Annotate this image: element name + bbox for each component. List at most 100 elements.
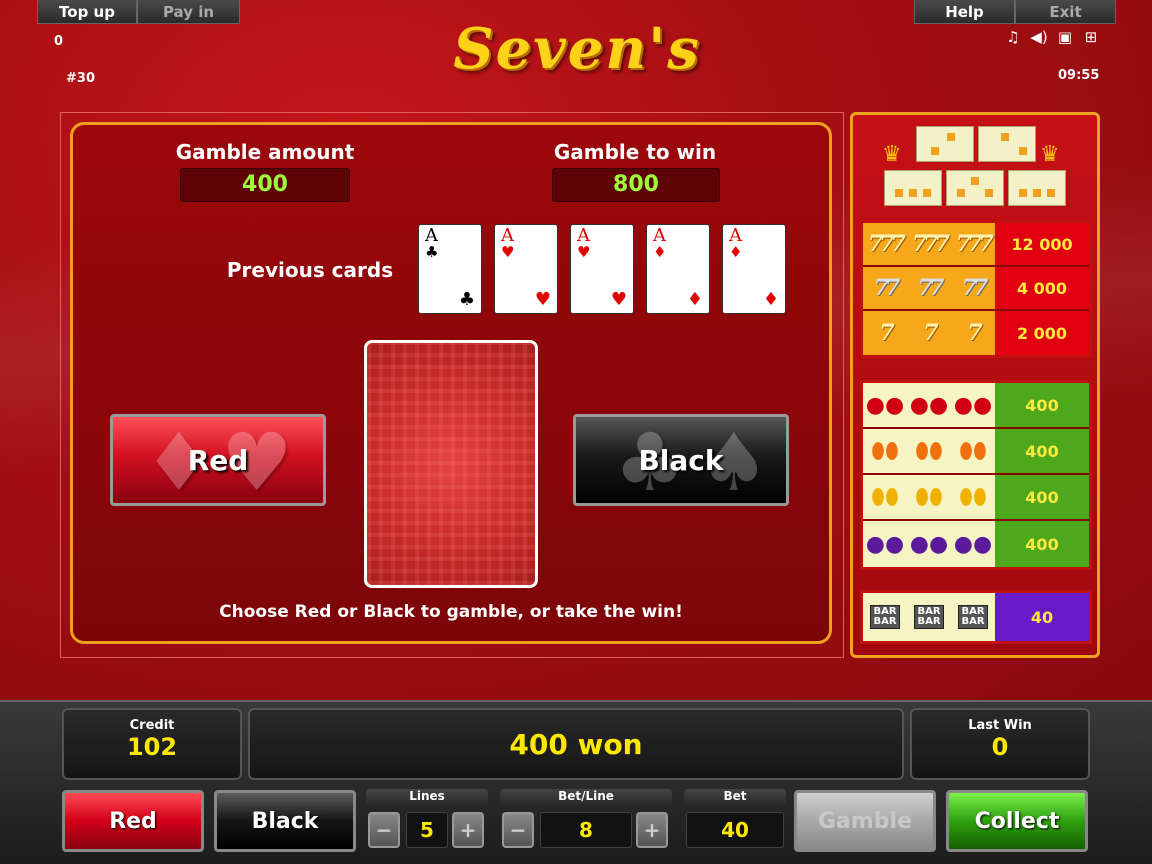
lemon-icon: ⬮⬮: [871, 484, 899, 510]
paytable-value: 40: [995, 593, 1089, 641]
previous-card: A ♥ ♥: [494, 224, 558, 314]
paytable-row: ●● ●● ●● 400: [863, 383, 1089, 429]
help-button[interactable]: Help: [914, 0, 1015, 24]
fullscreen-icon[interactable]: ⊞: [1082, 28, 1100, 46]
gamble-amount-label: Gamble amount: [175, 140, 355, 164]
card-suit-icon: ♥: [501, 243, 515, 261]
paytable-value: 400: [995, 429, 1089, 473]
paytable-row: 77 77 77 4 000: [863, 267, 1089, 311]
pay-in-button[interactable]: Pay in: [137, 0, 240, 24]
crown-icon: ♛: [882, 142, 902, 167]
music-icon[interactable]: ♫: [1004, 28, 1022, 46]
game-number: #30: [66, 71, 95, 86]
paytable-value: 400: [995, 475, 1089, 519]
cherry-icon: ●●: [953, 392, 993, 418]
cherry-icon: ●●: [865, 392, 905, 418]
paytable-value: 400: [995, 383, 1089, 427]
bonus-block-icon: [916, 126, 974, 162]
balance-display: 0: [54, 34, 64, 49]
black-button[interactable]: Black: [214, 790, 356, 852]
paytable-bars: BAR BAR BAR BAR BAR BAR 40: [860, 590, 1092, 644]
gamble-to-win-value: 800: [552, 168, 720, 202]
message-display: 400 won: [248, 708, 904, 780]
collect-button[interactable]: Collect: [946, 790, 1088, 852]
bonus-block-icon: [946, 170, 1004, 206]
paytable-row: 777 777 777 12 000: [863, 223, 1089, 267]
window-icon[interactable]: ▣: [1056, 28, 1074, 46]
seven-icon: 7: [967, 320, 982, 346]
red-gamble-label: Red: [187, 443, 249, 477]
card-suit-icon: ♥: [577, 243, 591, 261]
credit-label: Credit: [129, 718, 175, 733]
red-button[interactable]: Red: [62, 790, 204, 852]
bet-per-line-value: 8: [540, 812, 632, 848]
paytable-row: BAR BAR BAR BAR BAR BAR 40: [863, 593, 1089, 641]
paytable-row: ⬮⬮ ⬮⬮ ⬮⬮ 400: [863, 475, 1089, 521]
seven-icon: 77: [961, 275, 989, 301]
seven-icon: 77: [873, 275, 901, 301]
win-message: 400 won: [509, 728, 643, 761]
seven-icon: 777: [868, 231, 906, 257]
triple-seven-symbols: 777 777 777: [863, 223, 995, 265]
credit-display: Credit 102: [62, 708, 242, 780]
single-seven-symbols: 7 7 7: [863, 311, 995, 355]
plum-icon: ●●: [865, 531, 905, 557]
orange-icon: ⬮⬮: [871, 438, 899, 464]
red-gamble-button[interactable]: ♦ ♥ Red: [110, 414, 326, 506]
card-suit-icon: ♦: [686, 289, 703, 310]
orange-icon: ⬮⬮: [959, 438, 987, 464]
bonus-block-icon: [978, 126, 1036, 162]
seven-icon: 777: [912, 231, 950, 257]
crown-icon: ♛: [1040, 142, 1060, 167]
last-win-value: 0: [991, 733, 1009, 761]
double-seven-symbols: 77 77 77: [863, 267, 995, 309]
credit-value: 102: [126, 733, 178, 761]
plum-icon: ●●: [953, 531, 993, 557]
bonus-block-icon: [884, 170, 942, 206]
card-suit-icon: ♦: [762, 289, 779, 310]
lines-plus-button[interactable]: +: [452, 812, 484, 848]
sound-icon[interactable]: ◀): [1030, 28, 1048, 46]
bet-per-line-label: Bet/Line: [500, 789, 672, 805]
gamble-button[interactable]: Gamble: [794, 790, 936, 852]
gamble-hint: Choose Red or Black to gamble, or take t…: [219, 602, 683, 622]
bet-per-line-minus-button[interactable]: −: [502, 812, 534, 848]
card-suit-icon: ♥: [534, 289, 551, 310]
paytable-value: 2 000: [995, 311, 1089, 355]
card-suit-icon: ♣: [458, 289, 475, 310]
cherry-icon: ●●: [909, 392, 949, 418]
bar-icon: BAR BAR: [870, 605, 900, 629]
plum-icon: ●●: [909, 531, 949, 557]
black-gamble-label: Black: [638, 443, 724, 477]
previous-cards-label: Previous cards: [226, 258, 394, 282]
seven-icon: 7: [923, 320, 938, 346]
paytable-value: 12 000: [995, 223, 1089, 265]
exit-button[interactable]: Exit: [1015, 0, 1116, 24]
last-win-label: Last Win: [968, 718, 1032, 733]
bar-icon: BAR BAR: [914, 605, 944, 629]
paytable-value: 400: [995, 521, 1089, 567]
paytable-row: ●● ●● ●● 400: [863, 521, 1089, 567]
seven-icon: 777: [956, 231, 994, 257]
lemon-symbols: ⬮⬮ ⬮⬮ ⬮⬮: [863, 475, 995, 519]
paytable-value: 4 000: [995, 267, 1089, 309]
lines-label: Lines: [366, 789, 488, 805]
top-up-button[interactable]: Top up: [37, 0, 137, 24]
lines-minus-button[interactable]: −: [368, 812, 400, 848]
card-suit-icon: ♣: [425, 243, 439, 261]
bet-per-line-plus-button[interactable]: +: [636, 812, 668, 848]
paytable-row: ⬮⬮ ⬮⬮ ⬮⬮ 400: [863, 429, 1089, 475]
bar-icon: BAR BAR: [958, 605, 988, 629]
paytable-row: 7 7 7 2 000: [863, 311, 1089, 355]
black-gamble-button[interactable]: ♣ ♠ Black: [573, 414, 789, 506]
orange-symbols: ⬮⬮ ⬮⬮ ⬮⬮: [863, 429, 995, 473]
previous-card: A ♦ ♦: [646, 224, 710, 314]
lemon-icon: ⬮⬮: [915, 484, 943, 510]
orange-icon: ⬮⬮: [915, 438, 943, 464]
gamble-amount-value: 400: [180, 168, 350, 202]
paytable-fruits: ●● ●● ●● 400 ⬮⬮ ⬮⬮ ⬮⬮ 400 ⬮⬮ ⬮⬮ ⬮⬮ 400 ●● ●● ●● …: [860, 380, 1092, 570]
card-suit-icon: ♦: [653, 243, 667, 261]
last-win-display: Last Win 0: [910, 708, 1090, 780]
cherry-symbols: ●● ●● ●●: [863, 383, 995, 427]
previous-card: A ♣ ♣: [418, 224, 482, 314]
